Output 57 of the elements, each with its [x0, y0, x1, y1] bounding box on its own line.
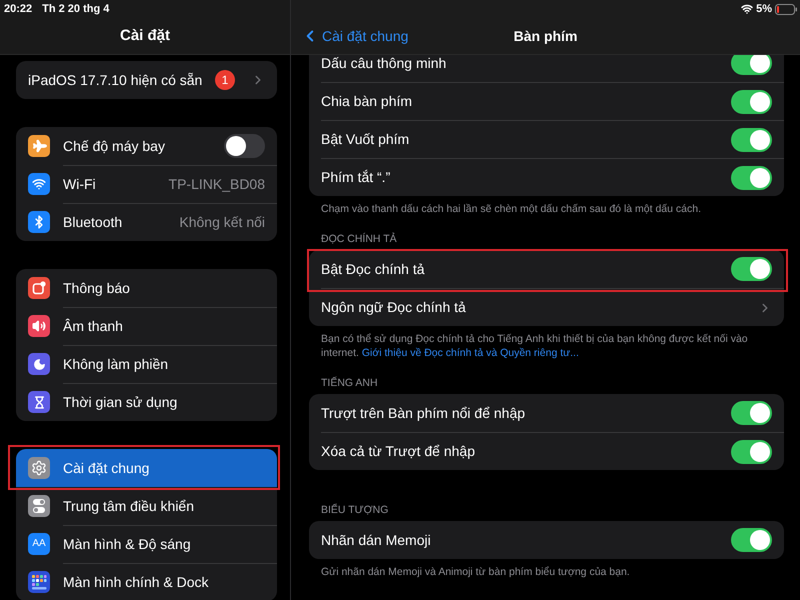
setting-label: Bật Vuốt phím [321, 130, 410, 149]
sidebar-item[interactable]: Thông báo [16, 269, 277, 307]
sidebar-item[interactable]: Trung tâm điều khiển [16, 487, 277, 525]
speaker-icon [28, 315, 50, 337]
toggle-switch[interactable] [224, 134, 265, 158]
bluetooth-icon [28, 211, 50, 233]
toggle-switch[interactable] [731, 528, 772, 552]
status-time: 20:22 [4, 2, 32, 17]
toggle-switch[interactable] [731, 166, 772, 190]
sidebar-item[interactable]: Màn hình chính & Dock [16, 563, 277, 600]
toggle-switch[interactable] [731, 401, 772, 425]
update-count-badge: 1 [215, 70, 235, 90]
privacy-link[interactable]: Giới thiệu về Đọc chính tả và Quyền riêng tư... [362, 347, 579, 359]
sidebar-item[interactable]: Chế độ máy bay [16, 127, 277, 165]
sidebar-item[interactable]: Thời gian sử dụng [16, 383, 277, 421]
sidebar-title: Cài đặt [120, 26, 170, 46]
section-footer: Chạm vào thanh dấu cách hai lần sẽ chèn một dấu chấm sau đó là một dấu cách. [309, 202, 771, 216]
section-header: ĐỌC CHÍNH TẢ [320, 232, 398, 247]
setting-label: Dấu câu thông minh [321, 55, 448, 73]
wifi-icon [741, 3, 754, 15]
gear-icon [28, 457, 50, 479]
sidebar-item[interactable]: Âm thanh [16, 307, 277, 345]
toggle-switch[interactable] [731, 440, 772, 464]
settings-row[interactable]: Ngôn ngữ Đọc chính tả [321, 289, 772, 326]
sidebar-item[interactable]: iPadOS 17.7.10 hiện có sẵn 1 [16, 61, 277, 99]
status-date: Th 2 20 thg 4 [42, 2, 110, 17]
section-footer: Bạn có thể sử dụng Đọc chính tả cho Tiếng Anh khi thiết bị của bạn không được kết nối vào internet. Giới thiệu về Đọc chính tả và Quyền riêng tư... [309, 332, 771, 360]
sidebar-item[interactable]: Bluetooth Không kết nối [16, 203, 277, 241]
item-value: Không kết nối [179, 213, 265, 232]
sidebar-item[interactable]: AA Màn hình & Độ sáng [16, 525, 277, 563]
section-header: BIỂU TƯỢNG [320, 503, 390, 518]
toggles-icon [28, 495, 50, 517]
toggle-switch[interactable] [731, 55, 772, 75]
setting-label: Nhãn dán Memoji [321, 530, 432, 550]
app-grid-icon [28, 571, 50, 593]
sidebar-item[interactable]: Không làm phiền [16, 345, 277, 383]
item-value: TP-LINK_BD08 [168, 175, 265, 194]
section-header: TIẾNG ANH [320, 376, 379, 391]
hourglass-icon [28, 391, 50, 413]
page-title: Bàn phím [514, 26, 578, 46]
text-size-icon: AA [28, 533, 50, 555]
setting-label: Bật Đọc chính tả [321, 260, 426, 278]
setting-label: Trượt trên Bàn phím nổi để nhập [321, 404, 526, 423]
toggle-switch[interactable] [731, 90, 772, 114]
toggle-switch[interactable] [731, 128, 772, 152]
toggle-switch[interactable] [731, 257, 772, 281]
wifi-icon [28, 173, 50, 195]
battery-icon [775, 4, 797, 14]
setting-label: Phím tắt “.” [321, 168, 392, 187]
moon-icon [28, 353, 50, 375]
airplane-icon [28, 135, 50, 157]
section-footer: Gửi nhãn dán Memoji và Animoji từ bàn phím biểu tượng của bạn. [309, 565, 771, 579]
setting-label: Chia bàn phím [321, 92, 414, 111]
battery-percent: 5% [756, 2, 772, 17]
setting-label: Xóa cả từ Trượt để nhập [321, 442, 476, 461]
sidebar-item[interactable]: Wi-Fi TP-LINK_BD08 [16, 165, 277, 203]
back-button[interactable]: Cài đặt chung [291, 26, 408, 46]
